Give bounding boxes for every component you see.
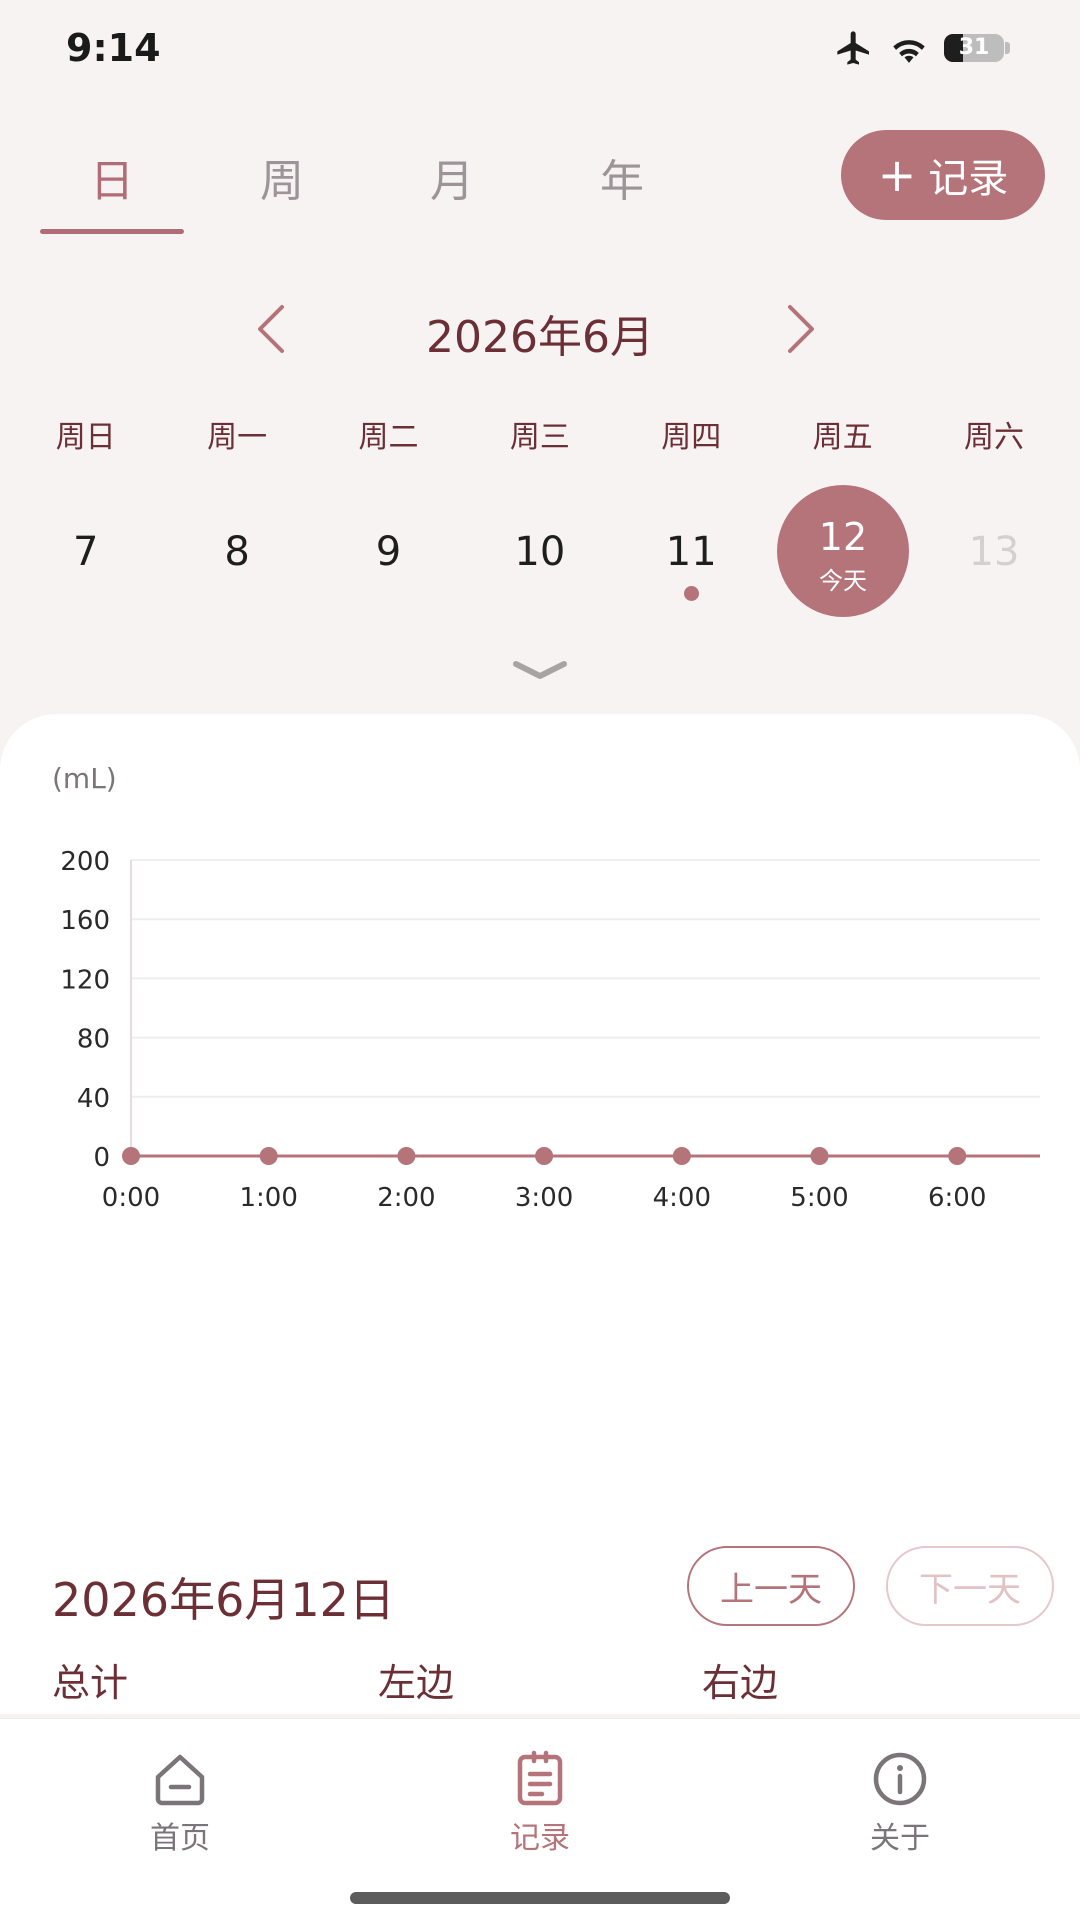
info-icon	[873, 1752, 927, 1806]
expand-calendar-chevron-icon[interactable]	[512, 658, 568, 684]
x-tick-label: 3:00	[515, 1183, 573, 1213]
status-time: 9:14	[66, 26, 161, 70]
date-cell[interactable]: 11	[616, 485, 767, 621]
tab-year[interactable]: 年	[550, 145, 694, 209]
data-point	[810, 1147, 829, 1165]
weekday-header: 周日 周一 周二 周三 周四 周五 周六	[10, 412, 1070, 456]
period-tabs: 日 周 月 年	[40, 145, 660, 235]
date-cell[interactable]: 8	[161, 485, 312, 621]
data-point	[535, 1147, 554, 1165]
date-cell[interactable]: 9	[313, 485, 464, 621]
nav-item-home[interactable]: 首页	[80, 1747, 280, 1857]
date-cell-disabled: 13	[918, 485, 1069, 621]
plus-icon: +	[877, 148, 917, 202]
chevron-left-icon[interactable]	[244, 299, 304, 359]
date-cell-today[interactable]: 12 今天	[767, 485, 918, 621]
summary-right-label: 右边	[702, 1661, 779, 1705]
chart-y-unit: (mL)	[52, 762, 117, 795]
x-tick-label: 2:00	[377, 1183, 435, 1213]
today-label: 今天	[818, 567, 867, 595]
home-icon	[155, 1754, 205, 1806]
status-icons: 31	[834, 28, 1010, 68]
wifi-icon	[893, 40, 925, 63]
x-tick-label: 4:00	[653, 1183, 711, 1213]
records-card: (mL) 200 160 120 80 40 0 0:00 1:00 2:00 3:00 4:00 5…	[0, 714, 1080, 1714]
nav-label: 首页	[150, 1821, 210, 1856]
y-tick-label: 0	[93, 1143, 110, 1173]
data-point	[259, 1147, 278, 1165]
today-highlight: 12 今天	[776, 485, 909, 617]
summary-left-label: 左边	[378, 1661, 455, 1705]
date-number: 9	[375, 529, 402, 575]
nav-item-about[interactable]: 关于	[800, 1747, 1000, 1857]
home-indicator-bar	[350, 1892, 730, 1904]
bottom-navigation: 首页 记录 关于	[0, 1718, 1080, 1920]
x-tick-label: 5:00	[790, 1183, 848, 1213]
nav-item-records[interactable]: 记录	[440, 1747, 640, 1857]
previous-day-button[interactable]: 上一天	[687, 1546, 855, 1626]
y-tick-label: 160	[60, 906, 110, 936]
data-point	[122, 1147, 140, 1165]
tab-indicator	[40, 229, 184, 234]
x-tick-label: 6:00	[928, 1183, 986, 1213]
x-tick-label: 0:00	[102, 1183, 160, 1213]
add-record-label: 记录	[928, 156, 1009, 202]
nav-label: 记录	[510, 1821, 570, 1856]
clipboard-icon	[517, 1750, 563, 1806]
summary-total-label: 总计	[52, 1661, 129, 1705]
airplane-icon	[837, 31, 869, 65]
weekday-label: 周一	[207, 420, 268, 455]
chevron-right-icon[interactable]	[768, 299, 828, 359]
month-title: 2026年6月	[426, 312, 654, 363]
weekday-label: 周三	[509, 420, 570, 455]
tab-month[interactable]: 月	[380, 145, 524, 209]
data-point	[672, 1147, 691, 1165]
weekday-label: 周日	[55, 420, 116, 455]
date-number: 12	[818, 515, 868, 559]
date-number: 13	[968, 529, 1020, 575]
selected-day-title: 2026年6月12日	[52, 1573, 395, 1627]
tab-day[interactable]: 日	[40, 145, 184, 209]
week-dates: 7 8 9 10 11 12 今天 13	[10, 485, 1070, 621]
data-point	[948, 1147, 967, 1165]
y-tick-label: 80	[77, 1025, 110, 1055]
date-number: 11	[665, 529, 717, 575]
weekday-label: 周二	[358, 420, 419, 455]
weekday-label: 周四	[661, 420, 722, 455]
status-bar: 9:14 31	[0, 0, 1080, 100]
month-navigation: 2026年6月	[0, 295, 1080, 365]
weekday-label: 周五	[812, 420, 873, 455]
x-tick-label: 1:00	[240, 1183, 298, 1213]
battery-percent: 31	[958, 35, 990, 60]
y-tick-label: 200	[60, 847, 110, 877]
y-tick-label: 120	[60, 965, 110, 995]
date-cell[interactable]: 10	[464, 485, 615, 621]
record-dot	[683, 586, 699, 601]
add-record-button[interactable]: + 记录	[841, 130, 1045, 220]
next-day-button[interactable]: 下一天	[886, 1546, 1054, 1626]
data-point	[397, 1147, 416, 1165]
weekday-label: 周六	[964, 420, 1025, 455]
nav-label: 关于	[870, 1821, 930, 1856]
date-number: 10	[514, 529, 566, 575]
tab-week[interactable]: 周	[210, 145, 354, 209]
volume-line-chart: 200 160 120 80 40 0 0:00 1:00 2:00 3:00 4:00 5:00 6:…	[60, 847, 1040, 1213]
date-number: 8	[224, 529, 250, 575]
date-cell[interactable]: 7	[10, 485, 161, 621]
battery-indicator: 31	[944, 31, 1010, 65]
y-tick-label: 40	[77, 1084, 110, 1114]
date-number: 7	[72, 529, 99, 575]
